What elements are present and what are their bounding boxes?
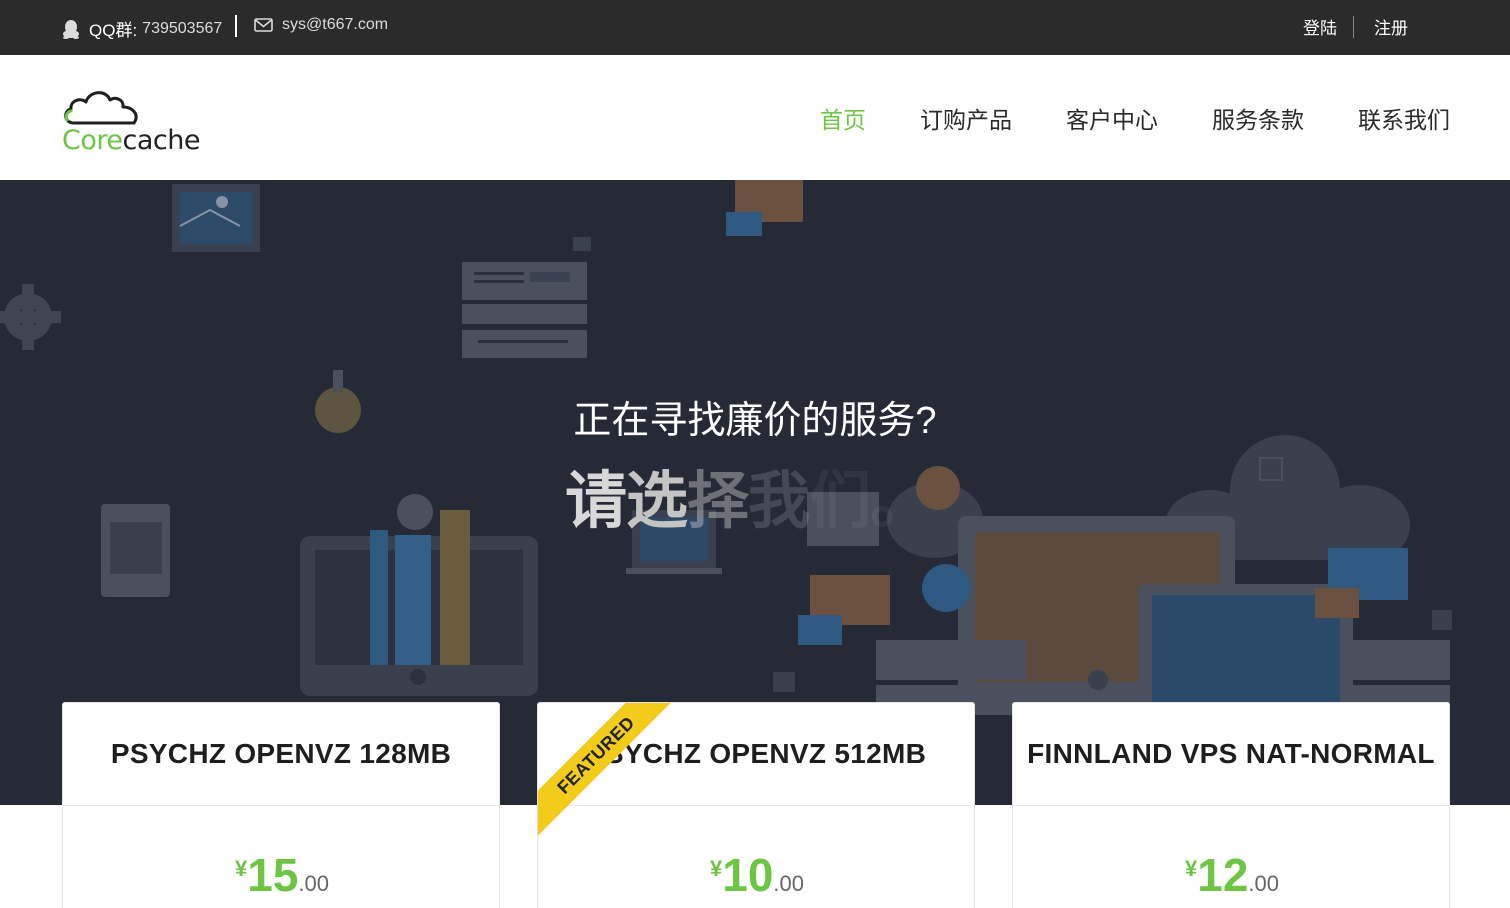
nav-terms[interactable]: 服务条款 [1212,101,1304,135]
logo-cache: cache [122,125,201,156]
plan-card[interactable]: PSYCHZ OPENVZ 128MB ¥15.00 [62,702,500,908]
price-currency: ¥ [709,856,723,881]
server-rack-icon [462,262,587,358]
plan-card-header: FINNLAND VPS NAT-NORMAL [1013,703,1449,806]
topbar-separator [235,15,237,37]
qq-number: 739503567 [142,19,223,37]
qq-penguin-icon [63,19,79,39]
hero-subtitle: 请选择我们。 [565,450,932,540]
plan-title: PSYCHZ OPENVZ 512MB [585,738,927,769]
auth-divider [1353,15,1354,38]
corecache-logo[interactable]: Corecache [62,87,200,157]
envelope-icon [254,18,273,32]
login-link[interactable]: 登陆 [1303,14,1337,39]
price-integer: 15 [247,849,299,901]
auth-links: 登陆 注册 [1303,14,1408,39]
plan-title: FINNLAND VPS NAT-NORMAL [1027,738,1435,769]
picture-frame-icon [172,184,260,252]
price-decimal: .00 [773,871,804,896]
price-currency: ¥ [234,856,248,881]
gear-icon [0,284,61,350]
price-decimal: .00 [1248,871,1279,896]
qq-label: QQ群: [89,21,138,40]
email-info: sys@t667.com [254,16,388,34]
nav-home[interactable]: 首页 [820,101,866,135]
plan-card[interactable]: FINNLAND VPS NAT-NORMAL ¥12.00 [1012,702,1450,908]
hero-subtitle-char: 选 [626,467,688,536]
site-header: Corecache 首页 订购产品 客户中心 服务条款 联系我们 [0,55,1510,180]
plan-title: PSYCHZ OPENVZ 128MB [110,738,452,769]
hero-subtitle-char: 请 [565,467,627,536]
hero-subtitle-char: 择 [687,467,749,536]
hero-subtitle-char: 们 [809,467,871,536]
nav-contact[interactable]: 联系我们 [1358,101,1450,135]
cloud-icon [64,91,138,125]
logo-wordmark: Corecache [62,125,200,156]
chat-bubble-icon [726,180,803,236]
hero-title: 正在寻找廉价的服务? [573,400,937,442]
price-currency: ¥ [1184,856,1198,881]
nav-order-products[interactable]: 订购产品 [920,101,1012,135]
hero-subtitle-char: 我 [748,467,810,536]
top-bar: QQ群: 739503567 sys@t667.com 登陆 注册 [0,0,1510,55]
plan-price: ¥10.00 [538,848,974,902]
email-address[interactable]: sys@t667.com [282,16,388,34]
qq-group-info: QQ群: 739503567 [62,16,222,41]
hero-subtitle-char: 。 [870,467,932,536]
logo-core: Core [62,125,123,156]
plan-price: ¥15.00 [63,848,499,902]
monitor-with-books-icon [300,494,538,696]
phone-icon [101,504,170,597]
nav-client-center[interactable]: 客户中心 [1066,101,1158,135]
price-decimal: .00 [298,871,329,896]
small-frame-icon [573,237,591,251]
plan-card-featured[interactable]: FEATURED PSYCHZ OPENVZ 512MB ¥10.00 [537,702,975,908]
plan-price: ¥12.00 [1013,848,1449,902]
price-integer: 10 [722,849,774,901]
price-integer: 12 [1197,849,1249,901]
main-nav: 首页 订购产品 客户中心 服务条款 联系我们 [766,101,1450,135]
register-link[interactable]: 注册 [1374,14,1408,39]
plan-card-header: PSYCHZ OPENVZ 128MB [63,703,499,806]
